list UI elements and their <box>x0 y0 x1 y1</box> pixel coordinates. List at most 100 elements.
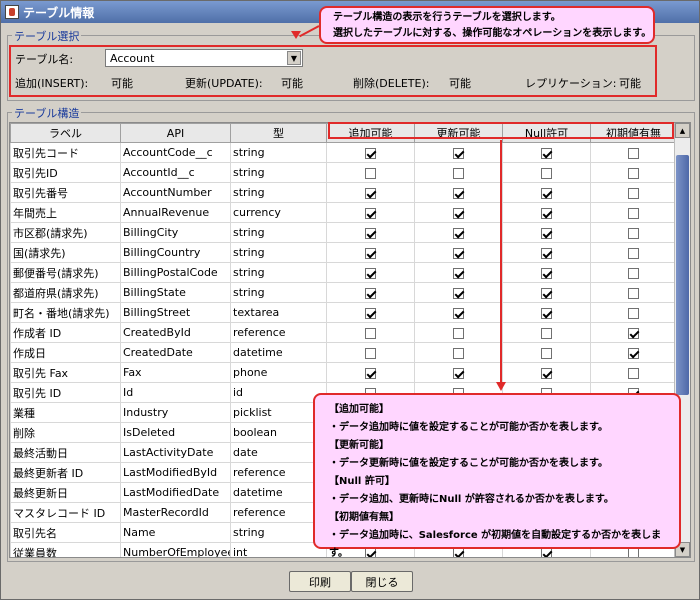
insertable-checkbox[interactable] <box>365 167 376 179</box>
insertable-checkbox[interactable] <box>365 327 376 339</box>
table-row[interactable]: 取引先ID AccountId__c string <box>10 162 677 183</box>
default-checkbox[interactable] <box>628 307 639 319</box>
cell-api: BillingCity <box>120 222 231 243</box>
updatable-checkbox[interactable] <box>453 227 464 239</box>
default-checkbox[interactable] <box>628 147 639 159</box>
nullable-checkbox[interactable] <box>541 367 552 379</box>
cell-label: 従業員数 <box>10 542 121 557</box>
nullable-checkbox[interactable] <box>541 227 552 239</box>
updatable-checkbox[interactable] <box>453 167 464 179</box>
table-row[interactable]: 市区郡(請求先) BillingCity string <box>10 222 677 243</box>
nullable-checkbox[interactable] <box>541 267 552 279</box>
nullable-checkbox[interactable] <box>541 327 552 339</box>
updatable-checkbox[interactable] <box>453 147 464 159</box>
chevron-down-icon[interactable]: ▼ <box>287 51 301 65</box>
cell-label: 最終更新日 <box>10 482 121 503</box>
default-checkbox[interactable] <box>628 327 639 339</box>
flags-callout-arrowhead <box>496 382 506 391</box>
default-checkbox[interactable] <box>628 207 639 219</box>
cell-type: string <box>230 242 327 263</box>
cell-type: string <box>230 182 327 203</box>
cell-nullable <box>502 202 591 223</box>
insertable-checkbox[interactable] <box>365 367 376 379</box>
update-value: 可能 <box>281 77 303 90</box>
close-button[interactable]: 閉じる <box>351 571 413 592</box>
nullable-checkbox[interactable] <box>541 347 552 359</box>
nullable-checkbox[interactable] <box>541 287 552 299</box>
print-button[interactable]: 印刷 <box>289 571 351 592</box>
cell-api: Id <box>120 382 231 403</box>
delete-label: 削除(DELETE): <box>353 77 430 90</box>
delete-value: 可能 <box>449 77 471 90</box>
replication-label: レプリケーション: <box>525 77 617 90</box>
cell-updatable <box>414 162 503 183</box>
scroll-up-icon[interactable]: ▲ <box>675 123 690 138</box>
nullable-checkbox[interactable] <box>541 187 552 199</box>
updatable-checkbox[interactable] <box>453 307 464 319</box>
cell-label: 国(請求先) <box>10 242 121 263</box>
cell-insertable <box>326 322 415 343</box>
table-row[interactable]: 作成者 ID CreatedById reference <box>10 322 677 343</box>
insertable-checkbox[interactable] <box>365 307 376 319</box>
scrollbar-thumb[interactable] <box>676 155 689 395</box>
cell-api: Fax <box>120 362 231 383</box>
updatable-checkbox[interactable] <box>453 367 464 379</box>
table-row[interactable]: 都道府県(請求先) BillingState string <box>10 282 677 303</box>
cell-updatable <box>414 322 503 343</box>
nullable-checkbox[interactable] <box>541 247 552 259</box>
cell-default <box>590 222 677 243</box>
cell-updatable <box>414 222 503 243</box>
insertable-checkbox[interactable] <box>365 267 376 279</box>
nullable-checkbox[interactable] <box>541 167 552 179</box>
cell-label: 削除 <box>10 422 121 443</box>
cell-default <box>590 162 677 183</box>
cell-label: 業種 <box>10 402 121 423</box>
default-checkbox[interactable] <box>628 347 639 359</box>
column-header-type[interactable]: 型 <box>230 123 327 143</box>
insertable-checkbox[interactable] <box>365 227 376 239</box>
cell-insertable <box>326 342 415 363</box>
default-checkbox[interactable] <box>628 227 639 239</box>
nullable-checkbox[interactable] <box>541 307 552 319</box>
nullable-checkbox[interactable] <box>541 147 552 159</box>
insertable-checkbox[interactable] <box>365 247 376 259</box>
cell-nullable <box>502 342 591 363</box>
updatable-checkbox[interactable] <box>453 207 464 219</box>
table-row[interactable]: 取引先 Fax Fax phone <box>10 362 677 383</box>
cell-nullable <box>502 322 591 343</box>
table-row[interactable]: 町名・番地(請求先) BillingStreet textarea <box>10 302 677 323</box>
default-checkbox[interactable] <box>628 267 639 279</box>
updatable-checkbox[interactable] <box>453 267 464 279</box>
insertable-checkbox[interactable] <box>365 287 376 299</box>
cell-api: LastModifiedById <box>120 462 231 483</box>
column-header-api[interactable]: API <box>120 123 231 143</box>
selection-callout: テーブル構造の表示を行うテーブルを選択します。 選択したテーブルに対する、操作可… <box>319 6 655 44</box>
table-row[interactable]: 作成日 CreatedDate datetime <box>10 342 677 363</box>
table-row[interactable]: 年間売上 AnnualRevenue currency <box>10 202 677 223</box>
default-checkbox[interactable] <box>628 187 639 199</box>
insertable-checkbox[interactable] <box>365 207 376 219</box>
default-checkbox[interactable] <box>628 247 639 259</box>
cell-api: LastActivityDate <box>120 442 231 463</box>
default-checkbox[interactable] <box>628 167 639 179</box>
table-row[interactable]: 取引先番号 AccountNumber string <box>10 182 677 203</box>
column-header-label[interactable]: ラベル <box>10 123 121 143</box>
table-row[interactable]: 郵便番号(請求先) BillingPostalCode string <box>10 262 677 283</box>
cell-default <box>590 142 677 163</box>
table-name-select[interactable]: Account ▼ <box>105 49 303 67</box>
nullable-checkbox[interactable] <box>541 207 552 219</box>
default-checkbox[interactable] <box>628 367 639 379</box>
table-row[interactable]: 取引先コード AccountCode__c string <box>10 142 677 163</box>
insertable-checkbox[interactable] <box>365 347 376 359</box>
updatable-checkbox[interactable] <box>453 327 464 339</box>
cell-updatable <box>414 262 503 283</box>
default-checkbox[interactable] <box>628 287 639 299</box>
insertable-checkbox[interactable] <box>365 147 376 159</box>
updatable-checkbox[interactable] <box>453 247 464 259</box>
updatable-checkbox[interactable] <box>453 287 464 299</box>
insertable-checkbox[interactable] <box>365 187 376 199</box>
updatable-checkbox[interactable] <box>453 347 464 359</box>
cell-nullable <box>502 302 591 323</box>
updatable-checkbox[interactable] <box>453 187 464 199</box>
table-row[interactable]: 国(請求先) BillingCountry string <box>10 242 677 263</box>
